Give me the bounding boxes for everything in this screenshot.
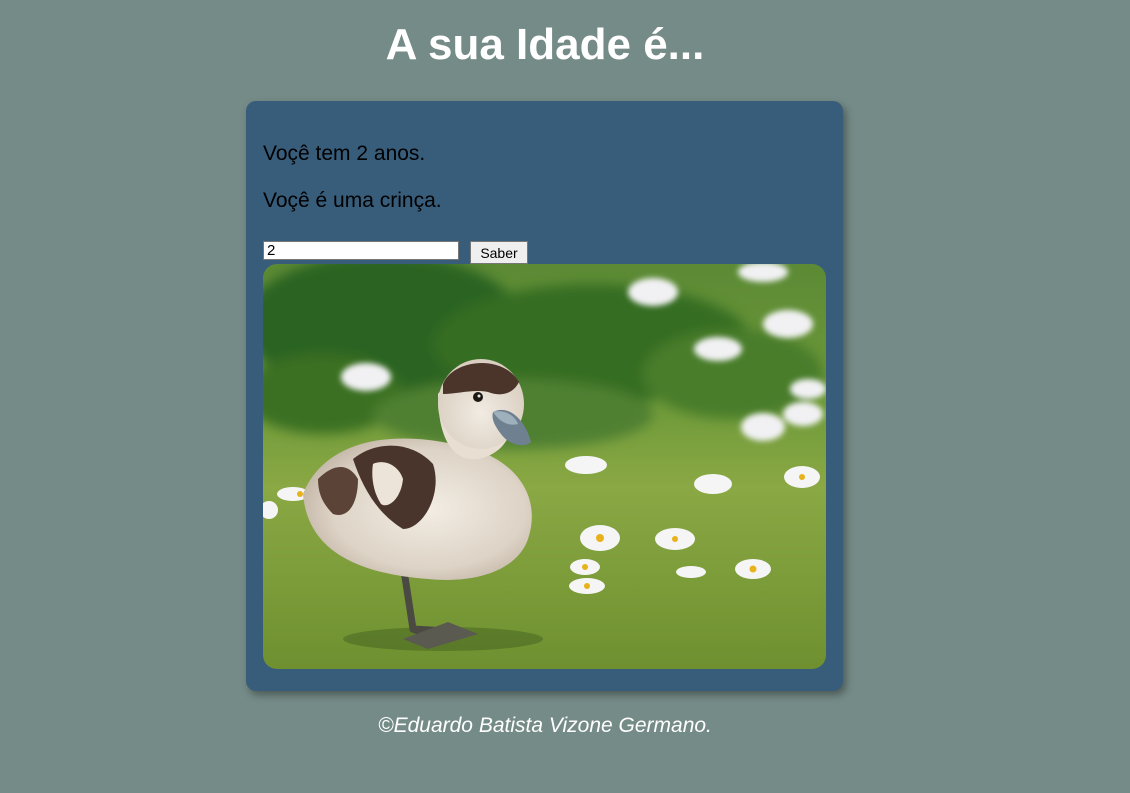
age-result-card: Voçê tem 2 anos. Voçê é uma crinça. Sabe… (246, 101, 843, 691)
saber-button[interactable]: Saber (470, 241, 528, 264)
copyright-footer: ©Eduardo Batista Vizone Germano. (378, 714, 712, 737)
age-input[interactable] (263, 241, 459, 260)
page-title: A sua Idade é... (385, 20, 705, 69)
age-message: Voçê tem 2 anos. (263, 142, 426, 165)
category-message: Voçê é uma crinça. (263, 189, 442, 212)
duckling-photo (263, 264, 826, 669)
